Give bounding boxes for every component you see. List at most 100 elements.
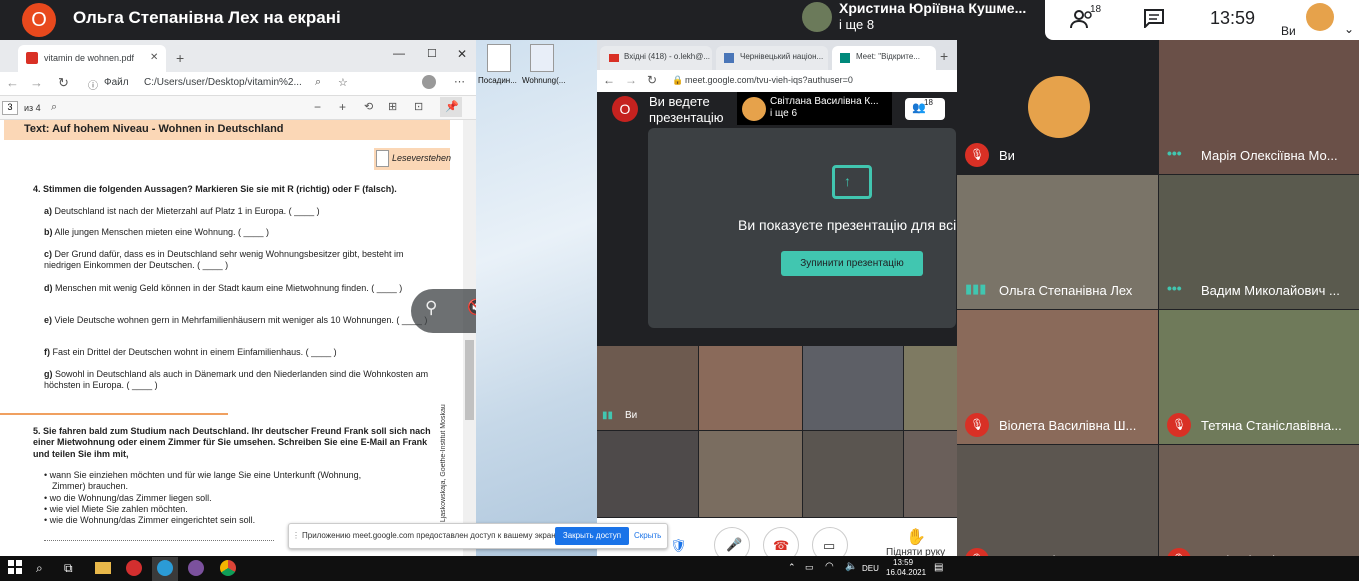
back-icon[interactable]: ← [6, 75, 19, 90]
participant-tile[interactable]: ••• Вадим Миколайович ... [1159, 175, 1359, 309]
pin-float-icon[interactable]: ⚲ [425, 298, 437, 318]
fit-icon[interactable]: ⊞ [388, 100, 397, 113]
people-count: 18 [1090, 4, 1102, 15]
close-window-icon[interactable]: ✕ [457, 47, 467, 61]
pip-avatar [802, 2, 832, 32]
drag-handle-icon[interactable]: ⋮ [292, 531, 300, 540]
document-icon [376, 150, 389, 167]
task5-bullet: • wie viel Miete Sie zahlen möchten. [44, 504, 394, 515]
address-input[interactable]: C:/Users/user/Desktop/vitamin%2... [144, 77, 302, 88]
tray-arrow-icon[interactable]: ⌃ [788, 562, 796, 573]
start-icon[interactable] [8, 560, 22, 574]
thumb-participant[interactable] [904, 346, 957, 430]
page-number-input[interactable]: 3 [2, 101, 18, 115]
participant-tile[interactable]: 🎙 Ви [957, 40, 1158, 174]
item-key: a) [44, 206, 53, 216]
new-tab-icon[interactable]: + [940, 48, 948, 64]
pdf-scroll-thumb[interactable] [465, 340, 474, 420]
task4-heading: 4. Stimmen die folgenden Aussagen? Marki… [33, 184, 397, 194]
thumb-participant[interactable] [803, 346, 903, 430]
thumb-participant[interactable] [699, 431, 802, 517]
volume-icon[interactable]: 🔈 [845, 561, 857, 572]
forward-icon[interactable]: → [30, 75, 43, 90]
thumb-participant[interactable] [597, 431, 698, 517]
zoom-icon[interactable]: ⌕ [315, 76, 321, 89]
reload-icon[interactable]: ↻ [58, 75, 69, 91]
viber-icon[interactable] [188, 560, 204, 576]
taskbar-time[interactable]: 13:59 [893, 558, 913, 567]
participant-tile[interactable]: ••• Марія Олексіївна Мо... [1159, 40, 1359, 174]
item-key: e) [44, 315, 53, 325]
desktop-file-icon[interactable] [487, 44, 511, 72]
arrow-up-icon: ↑ [844, 173, 851, 189]
participant-tile[interactable]: 🎙 Віолета Василівна Ш... [957, 310, 1158, 444]
thumb-participant[interactable] [904, 431, 957, 517]
audio-level-icon: ▮▮ [602, 410, 614, 421]
side-credit: a Ljaskowskaja, Goethe-Institut Moskau [440, 404, 447, 528]
notification-text: Приложению meet.google.com предоставлен … [302, 531, 562, 540]
task4-item: g) Sowohl in Deutschland als auch in Dän… [44, 369, 429, 392]
chrome-icon[interactable] [220, 560, 236, 576]
taskbar-date[interactable]: 16.04.2021 [886, 568, 926, 577]
search-icon[interactable]: ⌕ [36, 561, 43, 576]
language-indicator[interactable]: DEU [862, 564, 879, 573]
audio-level-icon: ▮▮▮ [965, 281, 987, 296]
task5-bullet: • wo die Wohnung/das Zimmer liegen soll. [44, 493, 394, 504]
item-key: d) [44, 283, 53, 293]
file-explorer-icon[interactable] [95, 562, 111, 574]
bullet-text: wie viel Miete Sie zahlen möchten. [49, 503, 188, 514]
rotate-icon[interactable]: ⟲ [364, 100, 373, 113]
maximize-icon[interactable]: ☐ [427, 47, 437, 60]
task4-item: c) Der Grund dafür, dass es in Deutschla… [44, 249, 429, 272]
inner-present-label: Ви ведете презентацію [649, 94, 724, 125]
network-icon[interactable]: ▭ [805, 562, 814, 573]
task4-item: a) Deutschland ist nach der Mieterzahl a… [44, 206, 429, 217]
meet-url[interactable]: meet.google.com/tvu-vieh-iqs?authuser=0 [685, 75, 853, 85]
chevron-down-icon[interactable]: ⌄ [1344, 22, 1354, 36]
more-icon[interactable]: ⋯ [454, 75, 465, 88]
hide-notification-link[interactable]: Скрыть [634, 531, 661, 540]
new-tab-icon[interactable]: + [176, 50, 184, 66]
stop-sharing-button[interactable]: Закрыть доступ [555, 527, 629, 545]
bullet-text: wann Sie einziehen möchten und für wie l… [49, 470, 362, 492]
chat-icon[interactable] [1143, 8, 1165, 28]
zoom-out-icon[interactable]: − [314, 100, 321, 114]
participant-name: Вадим Миколайович ... [1201, 283, 1340, 298]
notification-center-icon[interactable]: ▤ [934, 562, 943, 573]
item-text: Viele Deutsche wohnen gern in Mehrfamili… [54, 315, 428, 325]
close-tab-icon[interactable]: ✕ [150, 52, 158, 63]
present-screen-icon [832, 165, 872, 199]
item-text: Sowohl in Deutschland als auch in Dänema… [44, 369, 429, 391]
zoom-in-icon[interactable]: + [339, 100, 346, 114]
back-icon[interactable]: ← [603, 73, 615, 87]
view-icon[interactable]: ⊡ [414, 100, 423, 113]
word-doc-icon[interactable] [530, 44, 554, 72]
pdf-scrollbar[interactable] [463, 120, 476, 556]
desktop-doc-label: Wohnung(... [522, 76, 566, 85]
lese-label: Leseverstehen [392, 153, 452, 163]
wifi-icon[interactable]: ◠ [825, 561, 834, 572]
stop-presenting-button[interactable]: Зупинити презентацію [781, 251, 923, 276]
desktop-background [476, 40, 597, 556]
thumb-participant[interactable] [699, 346, 802, 430]
opera-icon[interactable] [126, 560, 142, 576]
pdf-tab-title: vitamin de wohnen.pdf [44, 53, 135, 63]
desktop-file-label: Посадин... [478, 76, 517, 85]
shield-icon[interactable]: 🛡 [670, 538, 687, 554]
participant-tile[interactable]: ▮▮▮ Ольга Степанівна Лех [957, 175, 1158, 309]
forward-icon[interactable]: → [625, 73, 637, 87]
star-icon[interactable]: ☆ [338, 76, 348, 89]
search-icon[interactable]: ⌕ [51, 101, 57, 114]
minimize-icon[interactable]: — [393, 46, 405, 60]
profile-icon[interactable] [422, 75, 436, 89]
raise-hand-icon[interactable]: ✋ [906, 527, 926, 547]
reload-icon[interactable]: ↻ [647, 73, 657, 87]
task-view-icon[interactable]: ⧉ [64, 561, 73, 576]
thumb-participant[interactable] [803, 431, 903, 517]
share-text: Ви показуєте презентацію для всі [738, 217, 957, 233]
task5-heading: 5. Sie fahren bald zum Studium nach Deut… [33, 426, 431, 459]
self-avatar[interactable] [1306, 3, 1334, 31]
mic-off-icon: 🎙 [1167, 413, 1191, 437]
participant-tile[interactable]: 🎙 Тетяна Станіславівна... [1159, 310, 1359, 444]
pin-icon: 📌 [445, 101, 459, 113]
